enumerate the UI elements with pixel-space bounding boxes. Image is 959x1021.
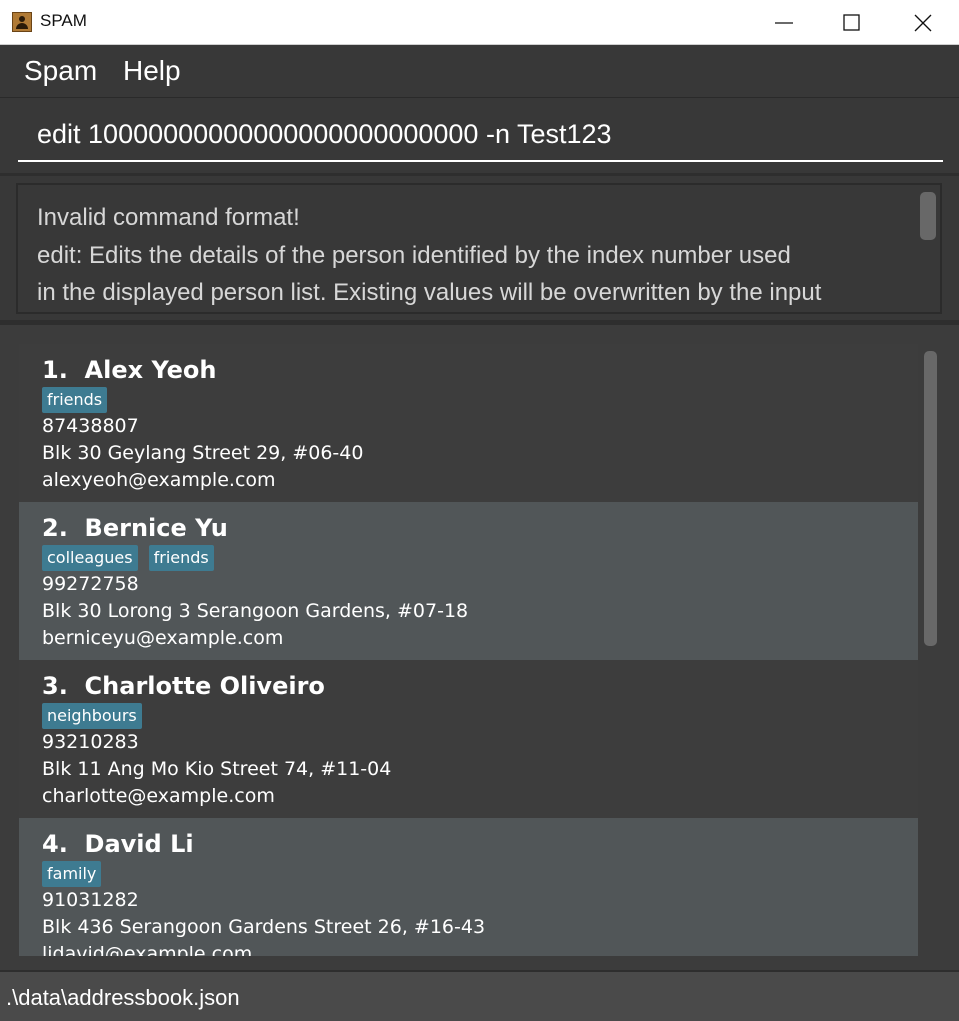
minimize-button[interactable] [750,0,818,45]
person-name: Charlotte Oliveiro [84,672,325,700]
person-index: 3. [42,672,68,700]
person-email: alexyeoh@example.com [42,469,276,491]
person-card[interactable]: 1. Alex Yeoh friends 87438807 Blk 30 Gey… [19,344,918,502]
person-email: charlotte@example.com [42,785,275,807]
close-button[interactable] [889,0,957,45]
person-address: Blk 30 Geylang Street 29, #06-40 [42,442,364,464]
person-name: Bernice Yu [84,514,228,542]
tag: friends [148,545,214,571]
menu-help[interactable]: Help [123,55,181,87]
tag-list: colleagues friends [42,545,221,571]
person-email: berniceyu@example.com [42,627,284,649]
tag-list: neighbours [42,703,149,729]
result-line: in the displayed person list. Existing v… [37,279,822,306]
person-index: 4. [42,830,68,858]
person-phone: 93210283 [42,731,139,753]
close-icon [914,14,932,32]
tag-list: friends [42,387,114,413]
person-name: Alex Yeoh [84,356,217,384]
window-title: SPAM [40,11,87,30]
person-phone: 99272758 [42,573,139,595]
command-box: edit 10000000000000000000000000 -n Test1… [0,97,959,173]
person-address: Blk 11 Ang Mo Kio Street 74, #11-04 [42,758,392,780]
result-line: Invalid command format! [37,204,300,231]
person-index: 2. [42,514,68,542]
tag: friends [42,387,108,413]
person-address: Blk 30 Lorong 3 Serangoon Gardens, #07-1… [42,600,469,622]
menu-bar: Spam Help [0,45,959,97]
tag: neighbours [42,703,142,729]
list-scrollbar-thumb[interactable] [924,351,937,646]
result-scrollbar-thumb[interactable] [920,192,936,240]
tag-list: family [42,861,108,887]
person-card[interactable]: 3. Charlotte Oliveiro neighbours 9321028… [19,660,918,818]
person-name: David Li [84,830,194,858]
minimize-icon [775,22,793,24]
command-text: edit 10000000000000000000000000 -n Test1… [37,119,612,149]
person-card[interactable]: 2. Bernice Yu colleagues friends 99272758… [19,502,918,660]
result-text-area[interactable]: Invalid command format! edit: Edits the … [16,183,942,314]
person-list-panel: 1. Alex Yeoh friends 87438807 Blk 30 Gey… [0,323,959,970]
person-list: 1. Alex Yeoh friends 87438807 Blk 30 Gey… [19,344,918,956]
command-input[interactable]: edit 10000000000000000000000000 -n Test1… [18,98,943,162]
title-bar: SPAM [0,0,959,45]
person-phone: 87438807 [42,415,139,437]
result-display: Invalid command format! edit: Edits the … [0,173,959,323]
maximize-button[interactable] [818,0,886,45]
person-email: lidavid@example.com [42,943,253,956]
status-bar: .\data\addressbook.json [0,970,959,1021]
result-line: edit: Edits the details of the person id… [37,241,791,269]
tag: colleagues [42,545,138,571]
address-book-icon [12,12,32,32]
menu-spam[interactable]: Spam [24,55,97,87]
person-address: Blk 436 Serangoon Gardens Street 26, #16… [42,916,486,938]
person-card[interactable]: 4. David Li family 91031282 Blk 436 Sera… [19,818,918,956]
tag: family [42,861,102,887]
save-location: .\data\addressbook.json [6,985,240,1010]
person-index: 1. [42,356,68,384]
person-phone: 91031282 [42,889,139,911]
maximize-icon [843,14,860,31]
